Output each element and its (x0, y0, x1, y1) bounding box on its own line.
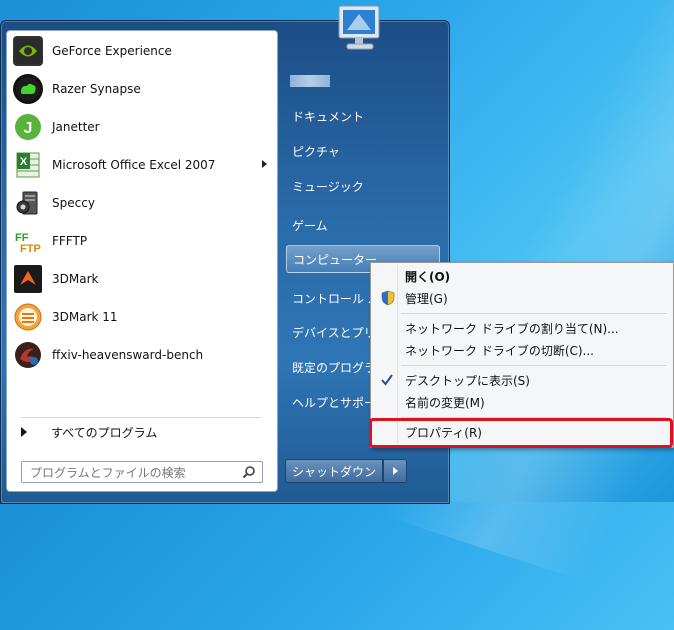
3dmark-icon (13, 264, 43, 294)
ctx-open[interactable]: 開く(O) (375, 265, 667, 287)
program-item-3dmark11[interactable]: 3DMark 11 (11, 299, 271, 335)
ctx-map-network-drive[interactable]: ネットワーク ドライブの割り当て(N)... (375, 317, 667, 339)
svg-text:FTP: FTP (20, 243, 41, 255)
games-label: ゲーム (292, 218, 328, 233)
search-icon[interactable] (242, 465, 256, 479)
ffftp-icon: FF FTP (13, 226, 43, 256)
program-label: 3DMark 11 (52, 310, 118, 324)
excel-icon: X (13, 150, 43, 180)
programs-pane: GeForce Experience Razer Synapse J Janet… (6, 30, 278, 492)
computer-label: コンピューター (293, 252, 378, 267)
3dmark11-icon (13, 302, 43, 332)
ctx-rename[interactable]: 名前の変更(M) (375, 391, 667, 413)
properties-highlight-annotation (369, 418, 673, 448)
arrow-right-icon (392, 467, 398, 475)
menu-pictures[interactable]: ピクチャ (286, 137, 440, 165)
search-input[interactable]: プログラムとファイルの検索 (21, 461, 263, 483)
search-placeholder: プログラムとファイルの検索 (30, 465, 186, 480)
program-item-speccy[interactable]: Speccy (11, 185, 271, 221)
documents-label: ドキュメント (292, 109, 365, 124)
program-label: ffxiv-heavensward-bench (52, 348, 204, 362)
divider (21, 417, 261, 418)
program-label: 3DMark (52, 272, 99, 286)
menu-separator (401, 365, 667, 366)
svg-text:X: X (20, 156, 28, 168)
janetter-icon: J (13, 112, 43, 142)
checkmark-icon (379, 371, 395, 389)
shutdown-options-button[interactable] (383, 459, 407, 483)
program-item-3dmark[interactable]: 3DMark (11, 261, 271, 297)
music-label: ミュージック (292, 179, 364, 194)
menu-documents[interactable]: ドキュメント (286, 102, 440, 130)
menu-games[interactable]: ゲーム (286, 211, 440, 239)
program-item-ffxiv[interactable]: ffxiv-heavensward-bench (11, 337, 271, 373)
username-blurred (290, 75, 330, 87)
show-on-desktop-label: デスクトップに表示(S) (405, 373, 530, 388)
program-label: Microsoft Office Excel 2007 (52, 158, 216, 172)
rename-label: 名前の変更(M) (405, 395, 485, 410)
open-label: 開く(O) (405, 269, 451, 284)
ffxiv-icon (13, 340, 43, 370)
program-label: FFFTP (52, 234, 88, 248)
ctx-show-on-desktop[interactable]: デスクトップに表示(S) (375, 369, 667, 391)
shutdown-button[interactable]: シャットダウン (285, 459, 383, 483)
speccy-icon (13, 188, 43, 218)
computer-monitor-icon (338, 5, 380, 50)
program-item-excel[interactable]: X Microsoft Office Excel 2007 (11, 147, 271, 183)
pictures-label: ピクチャ (292, 144, 340, 159)
arrow-right-icon (21, 427, 27, 437)
menu-separator (401, 313, 667, 314)
razer-icon (13, 74, 43, 104)
manage-label: 管理(G) (405, 291, 448, 306)
program-item-geforce[interactable]: GeForce Experience (11, 33, 271, 69)
all-programs-label: すべてのプログラム (51, 425, 158, 440)
program-label: Speccy (52, 196, 95, 210)
geforce-icon (13, 36, 43, 66)
disconnect-drive-label: ネットワーク ドライブの切断(C)... (405, 343, 595, 358)
submenu-arrow-icon[interactable] (262, 160, 267, 168)
svg-text:J: J (24, 120, 33, 137)
shutdown-label: シャットダウン (291, 464, 376, 479)
program-item-ffftp[interactable]: FF FTP FFFTP (11, 223, 271, 259)
program-item-razer[interactable]: Razer Synapse (11, 71, 271, 107)
program-item-janetter[interactable]: J Janetter (11, 109, 271, 145)
program-label: GeForce Experience (52, 44, 172, 58)
menu-music[interactable]: ミュージック (286, 172, 440, 200)
ctx-manage[interactable]: 管理(G) (375, 287, 667, 309)
program-label: Razer Synapse (52, 82, 141, 96)
ctx-disconnect-network-drive[interactable]: ネットワーク ドライブの切断(C)... (375, 339, 667, 361)
program-label: Janetter (52, 120, 100, 134)
uac-shield-icon (381, 290, 395, 306)
all-programs-button[interactable]: すべてのプログラム (17, 421, 267, 443)
map-drive-label: ネットワーク ドライブの割り当て(N)... (405, 321, 619, 336)
